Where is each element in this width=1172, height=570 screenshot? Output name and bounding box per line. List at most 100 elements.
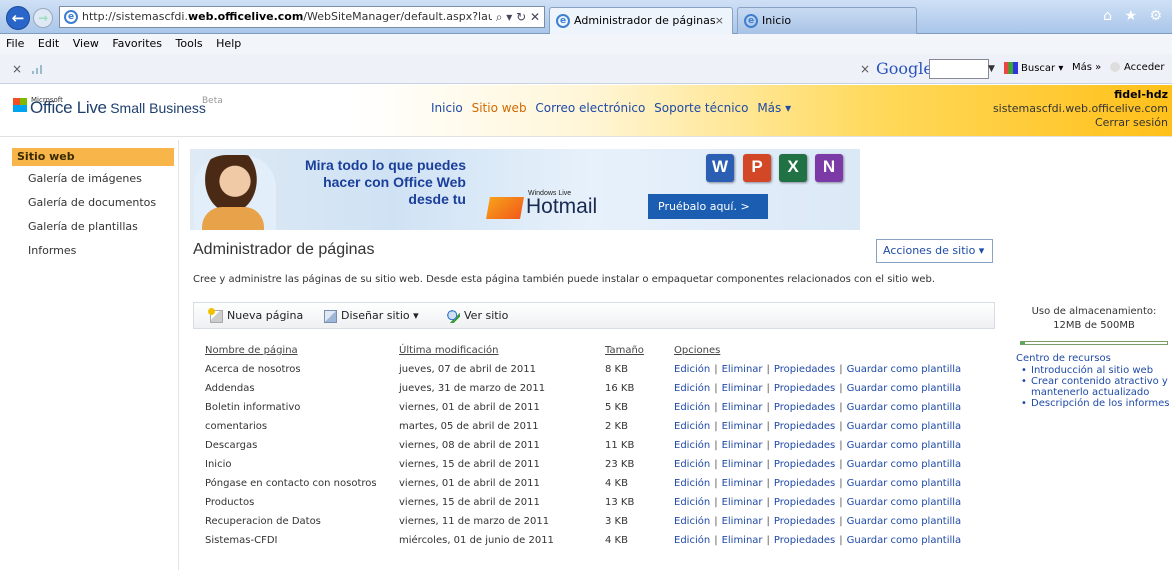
modified-cell: jueves, 31 de marzo de 2011: [399, 383, 546, 394]
save-as-template-link[interactable]: Guardar como plantilla: [847, 459, 962, 470]
tab-inicio[interactable]: e Inicio: [737, 7, 917, 34]
mas-button[interactable]: Más »: [1072, 62, 1101, 73]
edit-link[interactable]: Edición: [674, 402, 710, 413]
chevron-down-icon[interactable]: ▼: [988, 59, 1002, 79]
properties-link[interactable]: Propiedades: [774, 364, 835, 375]
col-nombre[interactable]: Nombre de página: [193, 341, 387, 360]
save-as-template-link[interactable]: Guardar como plantilla: [847, 440, 962, 451]
resource-link[interactable]: Introducción al sitio web: [1016, 365, 1172, 376]
delete-link[interactable]: Eliminar: [722, 459, 763, 470]
sidebar-item-imagenes[interactable]: Galería de imágenes: [12, 167, 174, 191]
nav-correo[interactable]: Correo electrónico: [535, 101, 645, 115]
size-cell: 4 KB: [605, 535, 628, 546]
sidebar-item-plantillas[interactable]: Galería de plantillas: [12, 215, 174, 239]
save-as-template-link[interactable]: Guardar como plantilla: [847, 383, 962, 394]
delete-link[interactable]: Eliminar: [722, 535, 763, 546]
sidebar-item-informes[interactable]: Informes: [12, 239, 174, 263]
delete-link[interactable]: Eliminar: [722, 364, 763, 375]
menu-favorites[interactable]: Favorites: [112, 37, 162, 50]
edit-link[interactable]: Edición: [674, 383, 710, 394]
edit-link[interactable]: Edición: [674, 497, 710, 508]
sidebar-item-sitio-web[interactable]: Sitio web: [12, 148, 174, 166]
resource-link[interactable]: Crear contenido atractivo y mantenerlo a…: [1016, 376, 1172, 398]
back-button[interactable]: ←: [6, 6, 30, 30]
table-row: Sistemas-CFDI miércoles, 01 de junio de 2…: [193, 531, 961, 550]
promo-banner[interactable]: Mira todo lo que puedes hacer con Office…: [190, 149, 860, 230]
edit-link[interactable]: Edición: [674, 535, 710, 546]
close-google-toolbar-icon[interactable]: ×: [860, 62, 870, 76]
delete-link[interactable]: Eliminar: [722, 478, 763, 489]
separator: |: [714, 497, 718, 508]
edit-link[interactable]: Edición: [674, 364, 710, 375]
properties-link[interactable]: Propiedades: [774, 402, 835, 413]
save-as-template-link[interactable]: Guardar como plantilla: [847, 497, 962, 508]
tab-administrador[interactable]: e Administrador de páginas ×: [549, 7, 733, 34]
properties-link[interactable]: Propiedades: [774, 383, 835, 394]
properties-link[interactable]: Propiedades: [774, 535, 835, 546]
delete-link[interactable]: Eliminar: [722, 516, 763, 527]
save-as-template-link[interactable]: Guardar como plantilla: [847, 402, 962, 413]
delete-link[interactable]: Eliminar: [722, 440, 763, 451]
separator: |: [839, 402, 843, 413]
forward-button[interactable]: →: [33, 8, 53, 28]
edit-link[interactable]: Edición: [674, 516, 710, 527]
col-tamano[interactable]: Tamaño: [593, 341, 662, 360]
delete-link[interactable]: Eliminar: [722, 383, 763, 394]
acceder-button[interactable]: Acceder: [1110, 62, 1164, 73]
page-name-cell: Productos: [205, 497, 255, 508]
nav-sitio-web[interactable]: Sitio web: [472, 101, 527, 115]
storage-bar: [1020, 341, 1168, 345]
edit-link[interactable]: Edición: [674, 459, 710, 470]
nav-soporte[interactable]: Soporte técnico: [654, 101, 748, 115]
sidebar-item-documentos[interactable]: Galería de documentos: [12, 191, 174, 215]
address-bar[interactable]: e http://sistemascfdi.web.officelive.com…: [59, 6, 545, 28]
sidebar: Sitio web Galería de imágenes Galería de…: [12, 148, 174, 263]
separator: |: [839, 516, 843, 527]
save-as-template-link[interactable]: Guardar como plantilla: [847, 478, 962, 489]
home-favorites-settings-icons[interactable]: ⌂ ★ ⚙: [1103, 8, 1166, 24]
new-page-button[interactable]: Nueva página: [208, 303, 303, 328]
save-as-template-link[interactable]: Guardar como plantilla: [847, 535, 962, 546]
delete-link[interactable]: Eliminar: [722, 402, 763, 413]
signout-link[interactable]: Cerrar sesión: [993, 116, 1168, 130]
resource-link[interactable]: Descripción de los informes: [1016, 398, 1172, 409]
close-toolbar-icon[interactable]: ×: [12, 62, 22, 76]
col-modificacion[interactable]: Última modificación: [387, 341, 593, 360]
save-as-template-link[interactable]: Guardar como plantilla: [847, 516, 962, 527]
menu-help[interactable]: Help: [216, 37, 241, 50]
close-tab-icon[interactable]: ×: [715, 8, 724, 33]
google-search-input[interactable]: [929, 59, 989, 79]
design-icon: [324, 309, 337, 323]
properties-link[interactable]: Propiedades: [774, 459, 835, 470]
delete-link[interactable]: Eliminar: [722, 497, 763, 508]
acceder-label: Acceder: [1124, 62, 1165, 73]
delete-link[interactable]: Eliminar: [722, 421, 763, 432]
site-actions-button[interactable]: Acciones de sitio ▾: [876, 239, 993, 263]
properties-link[interactable]: Propiedades: [774, 421, 835, 432]
pruebalo-button[interactable]: Pruébalo aquí. >: [648, 194, 768, 219]
options-cell: Edición | Eliminar | Propiedades | Guardar com…: [662, 455, 961, 474]
nav-inicio[interactable]: Inicio: [431, 101, 463, 115]
properties-link[interactable]: Propiedades: [774, 478, 835, 489]
tab-label: Inicio: [762, 14, 792, 27]
nav-mas[interactable]: Más ▾: [757, 101, 791, 115]
office-live-logo[interactable]: Microsoft Office Live Small Business: [13, 96, 206, 118]
buscar-button[interactable]: Buscar ▾: [1004, 62, 1063, 74]
menu-view[interactable]: View: [73, 37, 99, 50]
view-site-button[interactable]: Ver sitio: [447, 303, 508, 328]
edit-link[interactable]: Edición: [674, 440, 710, 451]
properties-link[interactable]: Propiedades: [774, 516, 835, 527]
properties-link[interactable]: Propiedades: [774, 497, 835, 508]
menu-file[interactable]: File: [6, 37, 24, 50]
properties-link[interactable]: Propiedades: [774, 440, 835, 451]
save-as-template-link[interactable]: Guardar como plantilla: [847, 364, 962, 375]
edit-link[interactable]: Edición: [674, 478, 710, 489]
address-host: web.officelive.com: [187, 10, 304, 23]
resource-center-title[interactable]: Centro de recursos: [1016, 353, 1172, 364]
edit-link[interactable]: Edición: [674, 421, 710, 432]
menu-edit[interactable]: Edit: [38, 37, 59, 50]
menu-tools[interactable]: Tools: [176, 37, 203, 50]
design-site-button[interactable]: Diseñar sitio ▾: [324, 303, 419, 328]
address-controls[interactable]: ⌕ ▾ ↻ ✕: [491, 7, 540, 27]
save-as-template-link[interactable]: Guardar como plantilla: [847, 421, 962, 432]
